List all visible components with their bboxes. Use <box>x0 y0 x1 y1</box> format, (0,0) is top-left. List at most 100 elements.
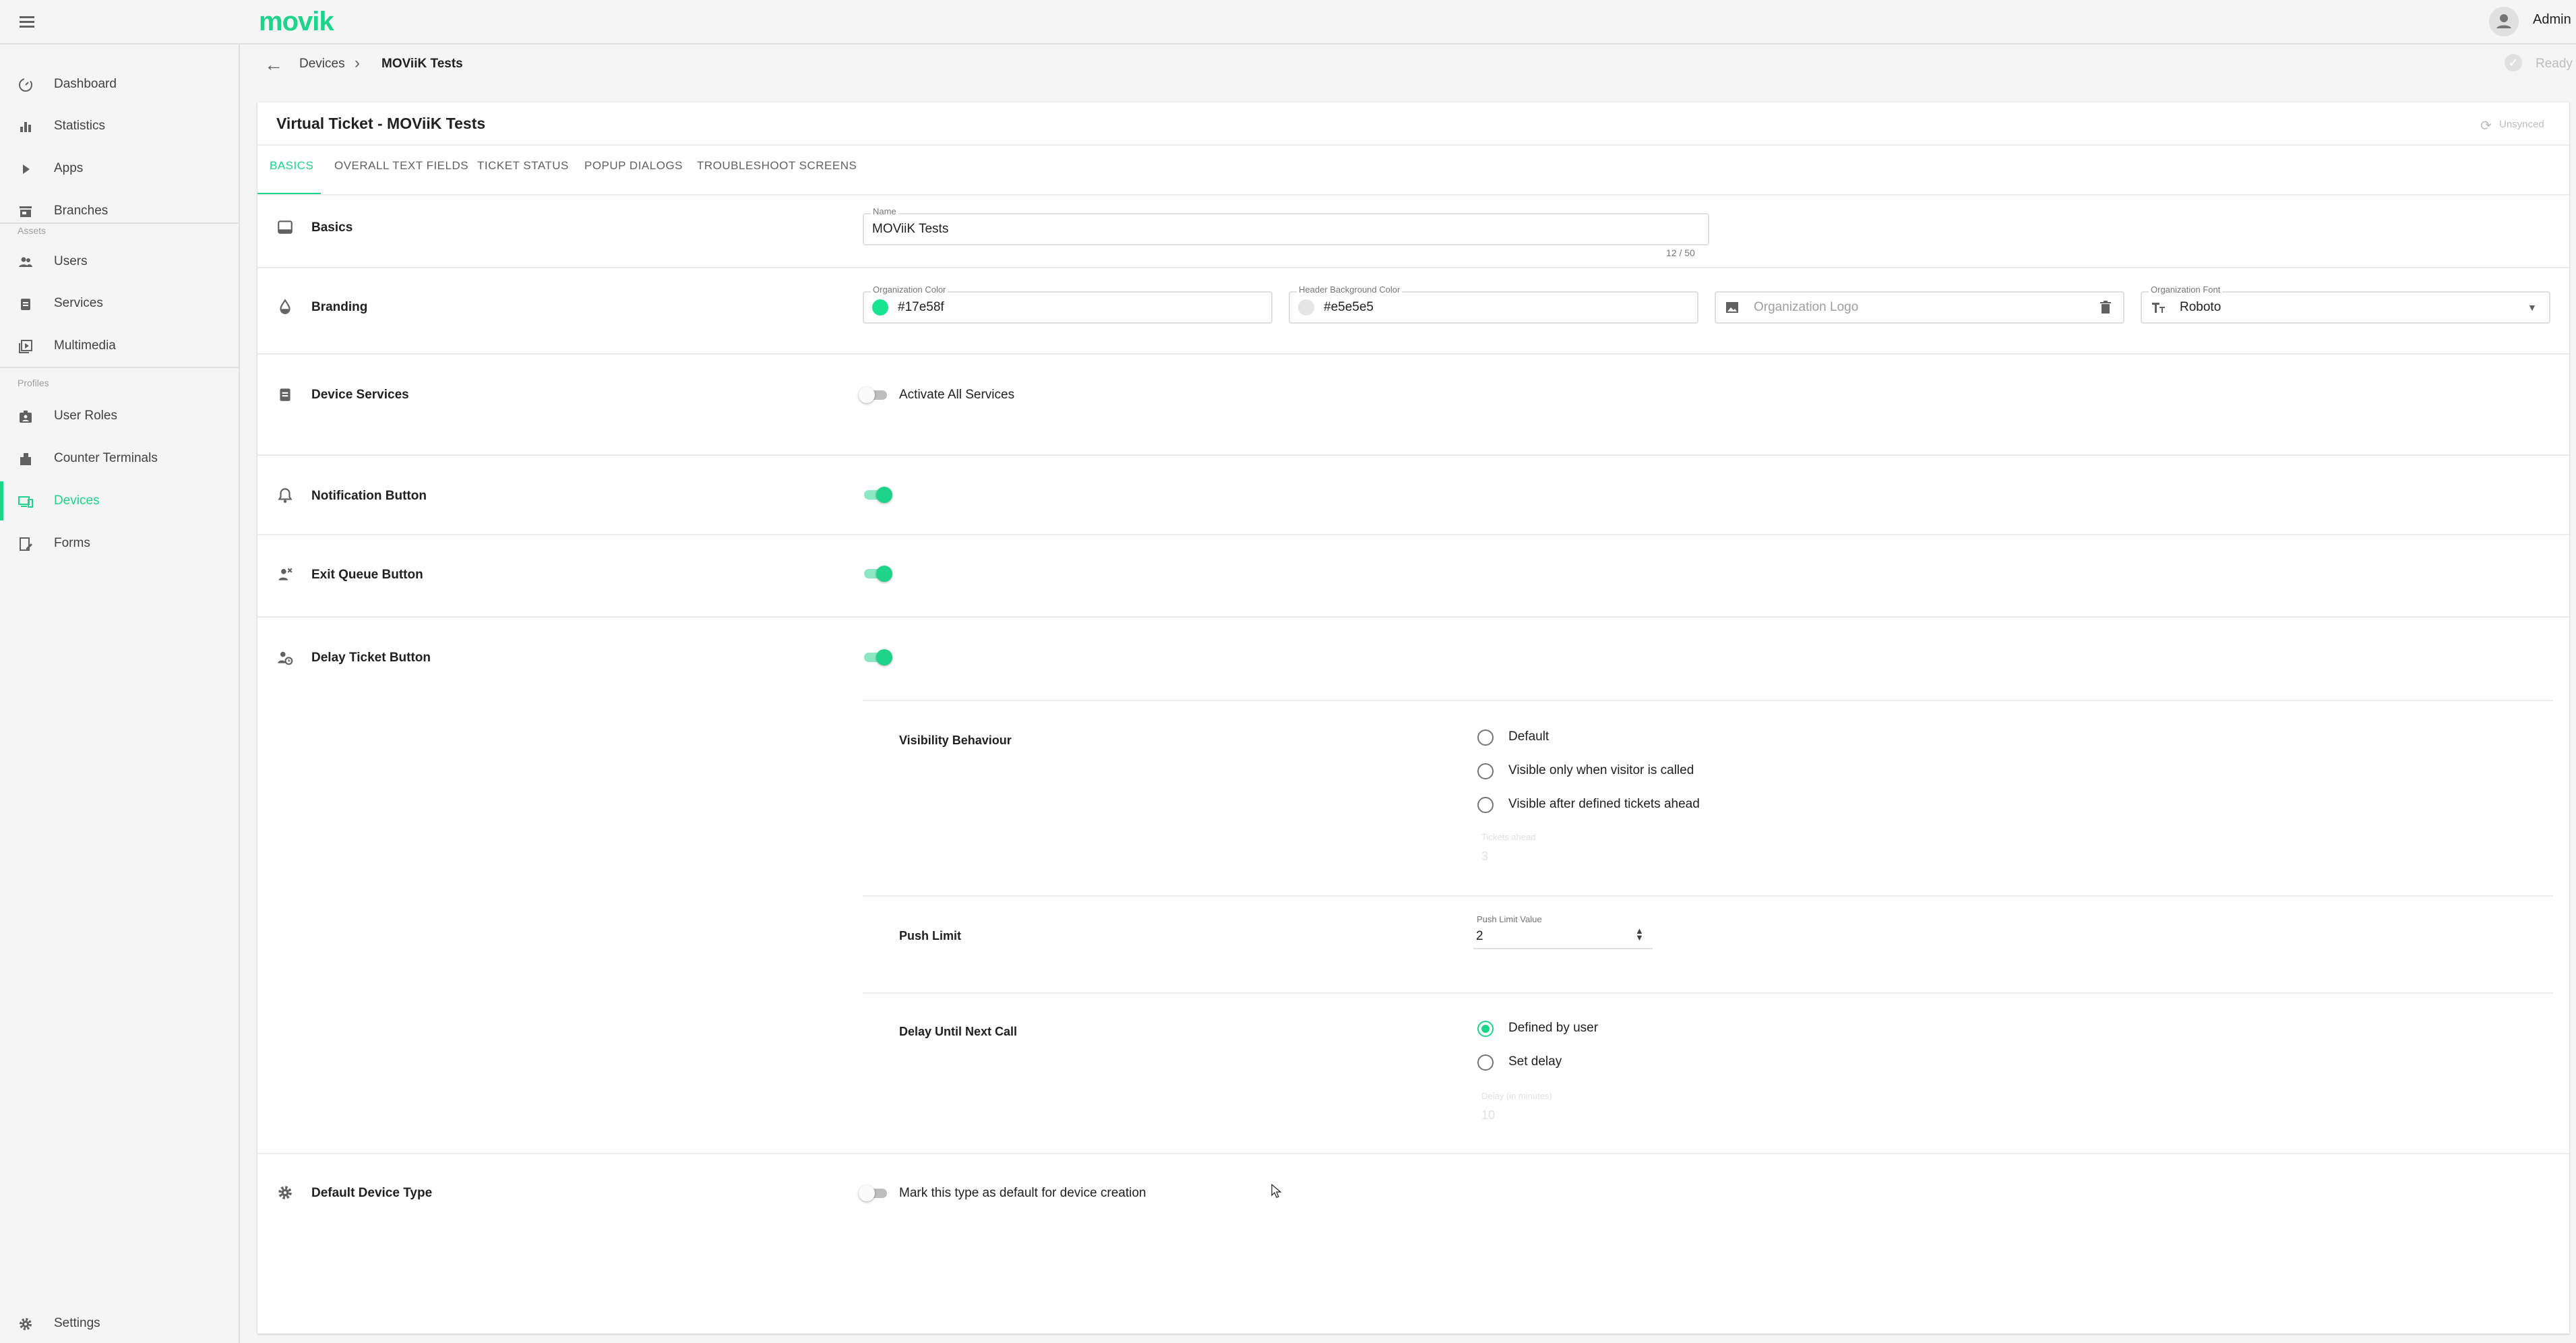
tab-overall-text-fields[interactable]: OVERALL TEXT FIELDS <box>334 159 468 173</box>
organization-color-swatch[interactable] <box>872 299 888 316</box>
sidebar-item-label: Apps <box>54 161 84 175</box>
radio-visible-after-tickets-label: Visible after defined tickets ahead <box>1508 797 1700 811</box>
tickets-ahead-label: Tickets ahead <box>1481 832 1536 842</box>
play-icon <box>23 165 30 174</box>
section-title-exit-queue-button: Exit Queue Button <box>311 568 423 582</box>
divider <box>257 1153 2569 1154</box>
dashboard-icon <box>19 78 32 92</box>
name-field[interactable]: Name MOViiK Tests <box>863 206 1709 245</box>
sidebar-item-multimedia[interactable]: Multimedia <box>0 326 239 365</box>
sidebar: Dashboard Statistics Apps Branches Asset… <box>0 44 240 1343</box>
radio-default[interactable] <box>1477 729 1494 746</box>
push-limit-title: Push Limit <box>899 929 962 943</box>
push-limit-label: Push Limit Value <box>1475 914 1544 924</box>
divider <box>257 267 2569 268</box>
sidebar-item-users[interactable]: Users <box>0 242 239 281</box>
stepper-icon[interactable]: ▲ ▼ <box>1635 926 1644 942</box>
divider <box>257 144 2569 146</box>
radio-set-delay-label: Set delay <box>1508 1054 1562 1069</box>
section-title-basics: Basics <box>311 220 353 235</box>
image-icon <box>1726 302 1738 313</box>
breadcrumb-devices[interactable]: Devices <box>299 57 345 71</box>
sidebar-item-services[interactable]: Services <box>0 284 239 323</box>
section-title-notification-button: Notification Button <box>311 489 427 503</box>
sync-status: Unsynced <box>2499 119 2544 130</box>
header-background-color-swatch[interactable] <box>1298 299 1314 316</box>
menu-icon[interactable] <box>18 12 36 31</box>
back-arrow-icon[interactable]: ← <box>264 54 283 76</box>
sidebar-item-apps[interactable]: Apps <box>0 149 239 188</box>
sidebar-item-devices[interactable]: Devices <box>0 481 239 520</box>
delay-ticket-button-toggle[interactable] <box>863 649 892 665</box>
sidebar-divider <box>0 367 239 368</box>
sidebar-item-label: Dashboard <box>54 77 117 91</box>
sidebar-item-label: Devices <box>54 494 100 508</box>
divider <box>257 454 2569 456</box>
tab-troubleshoot-screens[interactable]: TROUBLESHOOT SCREENS <box>697 159 857 173</box>
tab-ticket-status[interactable]: TICKET STATUS <box>477 159 569 173</box>
page-title: Virtual Ticket - MOViiK Tests <box>276 115 486 132</box>
delay-minutes-input[interactable]: 10 <box>1481 1108 1495 1123</box>
section-label-assets: Assets <box>18 225 47 236</box>
sidebar-item-label: User Roles <box>54 409 117 423</box>
gear-icon <box>20 1318 32 1330</box>
radio-set-delay[interactable] <box>1477 1054 1494 1071</box>
header-background-color-value: #e5e5e5 <box>1324 300 1374 314</box>
divider <box>257 353 2569 355</box>
activate-all-services-toggle[interactable] <box>859 387 888 403</box>
status-ready: Ready <box>2536 57 2573 71</box>
divider <box>257 534 2569 535</box>
section-title-delay-ticket-button: Delay Ticket Button <box>311 651 431 665</box>
visibility-behaviour-title: Visibility Behaviour <box>899 734 1012 747</box>
breadcrumb-current: MOViiK Tests <box>381 57 463 71</box>
tickets-ahead-input[interactable]: 3 <box>1481 849 1488 864</box>
header-background-color-field[interactable]: Header Background Color #e5e5e5 <box>1289 285 1698 324</box>
activate-all-services-label: Activate All Services <box>899 388 1015 402</box>
clipboard-icon <box>21 299 30 310</box>
badge-icon <box>20 411 32 423</box>
sidebar-item-forms[interactable]: Forms <box>0 524 239 563</box>
section-title-branding: Branding <box>311 300 368 314</box>
check-circle-icon: ✓ <box>2505 54 2522 71</box>
exit-queue-icon <box>278 568 293 580</box>
droplet-icon <box>280 299 290 314</box>
cursor-icon <box>1271 1184 1282 1198</box>
sidebar-item-statistics[interactable]: Statistics <box>0 107 239 146</box>
dropdown-arrow-icon: ▼ <box>2527 302 2537 313</box>
organization-logo-field[interactable]: Organization Logo <box>1715 291 2124 324</box>
divider <box>863 700 2553 701</box>
tab-popup-dialogs[interactable]: POPUP DIALOGS <box>584 159 683 173</box>
radio-visible-after-tickets[interactable] <box>1477 797 1494 813</box>
tab-basics[interactable]: BASICS <box>270 159 313 173</box>
name-field-label: Name <box>871 206 898 216</box>
push-limit-input[interactable]: Push Limit Value 2 ▲ ▼ <box>1473 914 1653 949</box>
bar-chart-icon <box>20 122 31 132</box>
notification-button-toggle[interactable] <box>863 487 892 503</box>
radio-defined-by-user[interactable] <box>1477 1021 1494 1037</box>
name-char-counter: 12 / 50 <box>1666 247 1695 258</box>
exit-queue-button-toggle[interactable] <box>863 566 892 582</box>
divider <box>863 895 2553 897</box>
sidebar-item-label: Branches <box>54 204 109 218</box>
radio-defined-by-user-label: Defined by user <box>1508 1021 1599 1035</box>
app-logo: movik <box>259 7 334 36</box>
section-title-device-services: Device Services <box>311 388 409 402</box>
sidebar-item-counter-terminals[interactable]: Counter Terminals <box>0 439 239 478</box>
sidebar-item-label: Forms <box>54 536 90 550</box>
organization-font-select[interactable]: Organization Font Roboto ▼ <box>2141 285 2550 324</box>
sidebar-item-settings[interactable]: Settings <box>0 1304 239 1343</box>
sidebar-item-dashboard[interactable]: Dashboard <box>0 65 239 104</box>
delete-icon[interactable] <box>2097 299 2114 316</box>
devices-icon <box>18 496 33 508</box>
default-device-type-toggle[interactable] <box>859 1185 888 1201</box>
organization-color-field[interactable]: Organization Color #17e58f <box>863 285 1272 324</box>
organization-color-value: #17e58f <box>898 300 944 314</box>
radio-visible-when-called[interactable] <box>1477 763 1494 779</box>
divider <box>257 616 2569 618</box>
delay-until-next-call-title: Delay Until Next Call <box>899 1025 1018 1038</box>
sidebar-item-label: Users <box>54 254 88 268</box>
user-name[interactable]: Admin <box>2533 12 2571 28</box>
avatar[interactable] <box>2489 7 2519 36</box>
users-icon <box>19 257 32 267</box>
sidebar-item-user-roles[interactable]: User Roles <box>0 396 239 436</box>
